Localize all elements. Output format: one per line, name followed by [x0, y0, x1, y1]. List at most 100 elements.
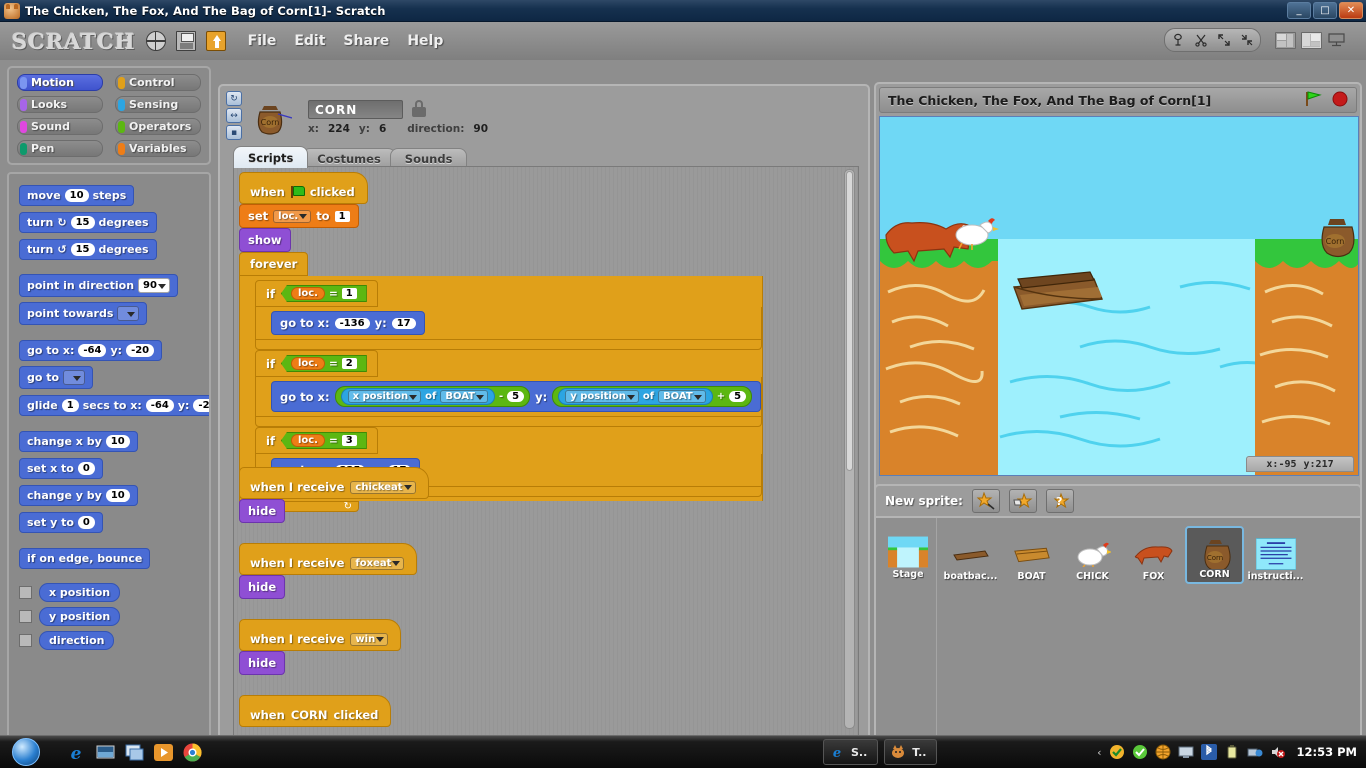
block-hide[interactable]: hide [239, 651, 286, 675]
stage-controls[interactable] [1305, 90, 1348, 110]
block-input[interactable]: 1 [334, 210, 350, 222]
volume-muted-icon[interactable] [1270, 744, 1286, 760]
duplicate-stamp-icon[interactable] [1167, 31, 1189, 49]
palette-block-turn-right[interactable]: turn ↻ 15 degrees [19, 212, 157, 233]
block-input[interactable]: 2 [341, 358, 357, 369]
watcher-checkbox[interactable] [19, 610, 32, 623]
share-icon[interactable] [205, 31, 226, 51]
sprite-cells[interactable]: boatbac... BOAT CHICK FOX Corn CORN inst… [936, 518, 1360, 747]
scissors-icon[interactable] [1190, 31, 1212, 49]
block-input[interactable]: 10 [105, 489, 130, 502]
watcher-checkbox[interactable] [19, 586, 32, 599]
block-input[interactable]: -20 [126, 344, 155, 357]
reporter-direction[interactable]: direction [39, 631, 115, 650]
palette-block-set-y[interactable]: set y to 0 [19, 512, 103, 533]
media-player-icon[interactable] [153, 742, 174, 763]
rotate-freely-icon[interactable]: ↻ [226, 91, 242, 106]
internet-explorer-icon[interactable]: e [66, 742, 87, 764]
green-flag-icon[interactable] [1305, 90, 1322, 110]
window-controls[interactable]: _ □ ✕ [1287, 2, 1363, 19]
block-input[interactable]: 0 [77, 462, 95, 475]
lock-icon[interactable] [412, 100, 426, 117]
block-input[interactable]: 1 [341, 288, 357, 299]
sprite-cell-boatback[interactable]: boatbac... [941, 526, 1000, 584]
show-hidden-icon[interactable]: ‹ [1097, 746, 1101, 759]
show-desktop-icon[interactable] [95, 742, 116, 763]
paint-new-sprite-icon[interactable] [971, 489, 1000, 513]
palette-block-point-towards[interactable]: point towards [19, 302, 147, 325]
stage-thumbnail-cell[interactable]: Stage [882, 526, 934, 582]
menu-edit[interactable]: Edit [294, 33, 325, 49]
category-operators[interactable]: Operators [115, 118, 201, 135]
script-stack-when-clicked[interactable]: when CORN clicked [239, 695, 392, 727]
block-input[interactable]: 15 [70, 243, 95, 256]
category-sound[interactable]: Sound [17, 118, 103, 135]
choose-sprite-from-file-icon[interactable] [1008, 489, 1037, 513]
watcher-checkbox[interactable] [19, 634, 32, 647]
equals-operator[interactable]: loc. = 3 [280, 432, 367, 449]
scripts-vertical-scrollbar[interactable] [844, 169, 855, 729]
palette-block-list[interactable]: move 10 steps turn ↻ 15 degrees turn ↺ 1… [7, 172, 211, 754]
block-input[interactable]: 17 [391, 317, 416, 329]
sprite-cell-corn[interactable]: Corn CORN [1185, 526, 1244, 584]
network-icon[interactable] [1247, 744, 1263, 760]
block-input[interactable]: -64 [145, 399, 174, 412]
close-button[interactable]: ✕ [1339, 2, 1363, 19]
scripts-canvas[interactable]: when clicked set loc. to 1 show forever [233, 166, 859, 738]
block-if-2[interactable]: if loc. = 2 go to x: x position of BOAT … [255, 350, 763, 427]
hat-when-flag-clicked[interactable]: when clicked [239, 172, 368, 204]
hat-when-sprite-clicked[interactable]: when CORN clicked [239, 695, 392, 727]
block-input[interactable]: -64 [78, 344, 107, 357]
monitor-icon[interactable] [1178, 744, 1194, 760]
category-sensing[interactable]: Sensing [115, 96, 201, 113]
block-hide[interactable]: hide [239, 499, 286, 523]
tab-costumes[interactable]: Costumes [302, 148, 396, 168]
save-icon[interactable] [175, 31, 196, 51]
stage-cell[interactable]: Stage [876, 518, 936, 747]
block-show[interactable]: show [239, 228, 291, 252]
category-looks[interactable]: Looks [17, 96, 103, 113]
palette-block-go-to-xy[interactable]: go to x: -64 y: -20 [19, 340, 163, 361]
category-control[interactable]: Control [115, 74, 201, 91]
editor-tabs[interactable]: Scripts Costumes Sounds [233, 146, 468, 168]
block-hide[interactable]: hide [239, 575, 286, 599]
add-operator[interactable]: y position of BOAT + 5 [552, 386, 753, 407]
block-input[interactable]: 0 [77, 516, 95, 529]
menu-file[interactable]: File [248, 33, 277, 49]
system-tray[interactable]: ‹ 12:53 PM [1097, 744, 1366, 760]
palette-block-if-on-edge-bounce[interactable]: if on edge, bounce [19, 548, 151, 569]
globe-icon[interactable] [145, 31, 166, 51]
sprite-cell-chick[interactable]: CHICK [1063, 526, 1122, 584]
equals-operator[interactable]: loc. = 2 [280, 355, 367, 372]
sprite-cell-boat[interactable]: BOAT [1002, 526, 1061, 584]
normal-stage-icon[interactable] [1301, 31, 1322, 49]
minimize-button[interactable]: _ [1287, 2, 1311, 19]
windows-start-orb[interactable] [2, 737, 50, 767]
block-dropdown[interactable]: 90 [138, 278, 170, 293]
palette-block-glide[interactable]: glide 1 secs to x: -64 y: -20 [19, 395, 209, 416]
palette-block-change-y[interactable]: change y by 10 [19, 485, 138, 506]
palette-watcher-direction[interactable]: direction [19, 631, 209, 650]
block-input[interactable]: 1 [61, 399, 79, 412]
block-go-to-xy[interactable]: go to x: -136 y: 17 [271, 311, 425, 335]
script-stack-main[interactable]: when clicked set loc. to 1 show forever [239, 172, 764, 512]
block-dropdown[interactable] [63, 370, 85, 385]
block-go-to-xy-reporters[interactable]: go to x: x position of BOAT - 5 y: y pos… [271, 381, 762, 412]
surprise-sprite-icon[interactable]: ? [1045, 489, 1074, 513]
palette-block-change-x[interactable]: change x by 10 [19, 431, 138, 452]
battery-icon[interactable] [1224, 744, 1240, 760]
antivirus-icon[interactable] [1109, 744, 1125, 760]
block-input[interactable]: 10 [105, 435, 130, 448]
stop-sign-icon[interactable] [1332, 91, 1348, 110]
sprite-name-field[interactable]: CORN [308, 100, 403, 119]
taskbar-item-browser[interactable]: e S.. [823, 739, 879, 765]
category-motion[interactable]: Motion [17, 74, 103, 91]
message-dropdown[interactable]: foxeat [350, 556, 405, 570]
block-if-1[interactable]: if loc. = 1 go to x: -136 y: 17 [255, 280, 763, 350]
variable-reporter[interactable]: loc. [290, 287, 325, 300]
attribute-of-reporter-y[interactable]: y position of BOAT [558, 388, 713, 405]
taskbar-clock[interactable]: 12:53 PM [1297, 745, 1357, 759]
variable-dropdown[interactable]: loc. [273, 209, 312, 223]
palette-watcher-x-position[interactable]: x position [19, 583, 209, 602]
hat-when-i-receive[interactable]: when I receive win [239, 619, 402, 651]
